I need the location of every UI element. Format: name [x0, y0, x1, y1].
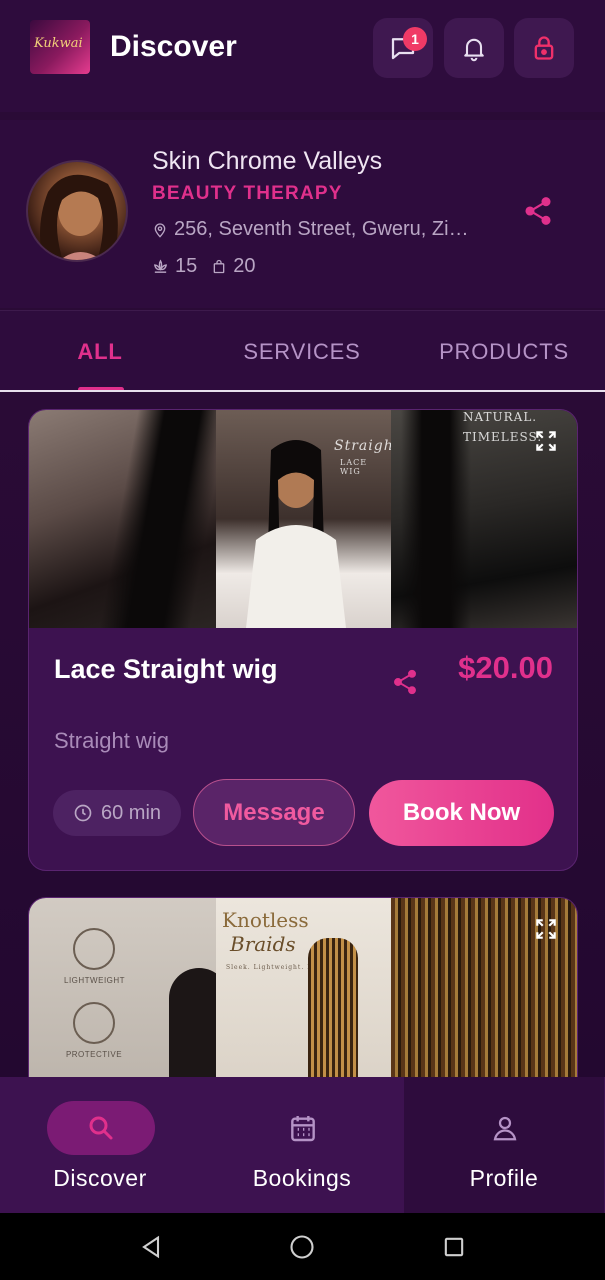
- system-home-button[interactable]: [288, 1233, 316, 1261]
- gallery-image-2: Knotless Braids Sleek. Lightweight. Prot…: [216, 898, 391, 1077]
- business-address: 256, Seventh Street, Gweru, Zi…: [152, 218, 487, 241]
- recents-square-icon: [444, 1237, 464, 1257]
- business-name: Skin Chrome Valleys: [152, 147, 383, 175]
- nav-profile[interactable]: Profile: [404, 1077, 604, 1213]
- lotus-icon: [153, 259, 168, 273]
- service-card[interactable]: LIGHTWEIGHT PROTECTIVE Knotless Braids S…: [28, 897, 578, 1077]
- messages-button[interactable]: 1: [373, 18, 433, 78]
- nav-bookings[interactable]: Bookings: [202, 1077, 402, 1213]
- nav-icon-container: [249, 1101, 357, 1155]
- service-card[interactable]: Straight LACE WIG NATURAL. TIMELESS. Lac…: [28, 409, 578, 871]
- tab-products[interactable]: PRODUCTS: [404, 339, 604, 365]
- gallery-image-1: [29, 410, 216, 628]
- share-business-button[interactable]: [522, 195, 554, 227]
- duration-badge: 60 min: [53, 790, 181, 836]
- business-logo: Kukwai: [30, 20, 90, 74]
- gallery-image-1: LIGHTWEIGHT PROTECTIVE: [29, 898, 216, 1077]
- message-button[interactable]: Message: [193, 779, 355, 846]
- business-avatar[interactable]: [26, 160, 128, 262]
- shopping-bag-icon: [213, 259, 225, 274]
- page-title: Discover: [110, 30, 237, 63]
- feature-label: PROTECTIVE: [65, 1050, 123, 1059]
- tab-services[interactable]: SERVICES: [202, 339, 402, 365]
- back-triangle-icon: [142, 1235, 160, 1259]
- products-count: 20: [233, 255, 256, 277]
- bottom-navigation: Discover Bookings Profile: [0, 1077, 605, 1213]
- logo-text: Kukwai: [34, 36, 83, 51]
- feature-protective: PROTECTIVE: [64, 1002, 124, 1059]
- expand-icon: [536, 431, 556, 451]
- system-navigation-bar: [0, 1213, 605, 1280]
- book-now-button[interactable]: Book Now: [369, 780, 554, 846]
- overlay-text-timeless: TIMELESS.: [463, 430, 543, 444]
- business-category: BEAUTY THERAPY: [152, 183, 343, 204]
- category-tabs: ALL SERVICES PRODUCTS: [0, 310, 605, 392]
- service-image-gallery[interactable]: Straight LACE WIG NATURAL. TIMELESS.: [29, 410, 577, 628]
- share-icon: [394, 669, 416, 695]
- poster-title: Straight: [334, 438, 391, 454]
- app-header: Kukwai Discover 1: [0, 0, 605, 112]
- business-stats: 15 20: [152, 255, 256, 278]
- tab-all[interactable]: ALL: [0, 339, 200, 365]
- expand-gallery-button[interactable]: [533, 428, 559, 454]
- location-pin-icon: [154, 222, 166, 238]
- poster-subtitle: LACE WIG: [340, 458, 368, 476]
- listing-feed[interactable]: Straight LACE WIG NATURAL. TIMELESS. Lac…: [0, 392, 605, 1077]
- lock-icon: [534, 36, 554, 60]
- person-icon: [493, 1116, 517, 1141]
- nav-discover[interactable]: Discover: [0, 1077, 200, 1213]
- clock-icon: [74, 804, 92, 822]
- nav-label: Discover: [53, 1165, 147, 1191]
- system-back-button[interactable]: [137, 1233, 165, 1261]
- poster-title: Knotless: [222, 908, 309, 932]
- home-circle-icon: [290, 1235, 314, 1259]
- gallery-image-2: Straight LACE WIG: [216, 410, 391, 628]
- expand-gallery-button[interactable]: [533, 916, 559, 942]
- lock-button[interactable]: [514, 18, 574, 78]
- feature-lightweight: LIGHTWEIGHT: [64, 928, 126, 985]
- nav-label: Bookings: [252, 1165, 352, 1191]
- poster-subtitle: Braids: [230, 932, 296, 956]
- feature-label: LIGHTWEIGHT: [64, 976, 126, 985]
- share-service-button[interactable]: [391, 668, 419, 696]
- nav-icon-container: [451, 1101, 559, 1155]
- service-price: $20.00: [458, 650, 553, 685]
- service-description: Straight wig: [54, 728, 169, 753]
- calendar-icon: [291, 1116, 315, 1142]
- service-title: Lace Straight wig: [54, 654, 278, 684]
- avatar-image: [40, 174, 118, 260]
- service-image-gallery[interactable]: LIGHTWEIGHT PROTECTIVE Knotless Braids S…: [29, 898, 577, 1077]
- address-text: 256, Seventh Street, Gweru, Zi…: [174, 218, 469, 240]
- bell-icon: [464, 38, 484, 62]
- share-icon: [525, 197, 551, 225]
- messages-badge: 1: [403, 27, 427, 51]
- notifications-button[interactable]: [444, 18, 504, 78]
- duration-text: 60 min: [100, 801, 162, 824]
- expand-icon: [536, 919, 556, 939]
- nav-icon-container: [47, 1101, 155, 1155]
- system-recents-button[interactable]: [440, 1233, 468, 1261]
- services-count: 15: [175, 255, 198, 277]
- search-icon: [89, 1116, 113, 1140]
- overlay-text-natural: NATURAL.: [463, 410, 538, 424]
- nav-label: Profile: [469, 1165, 539, 1191]
